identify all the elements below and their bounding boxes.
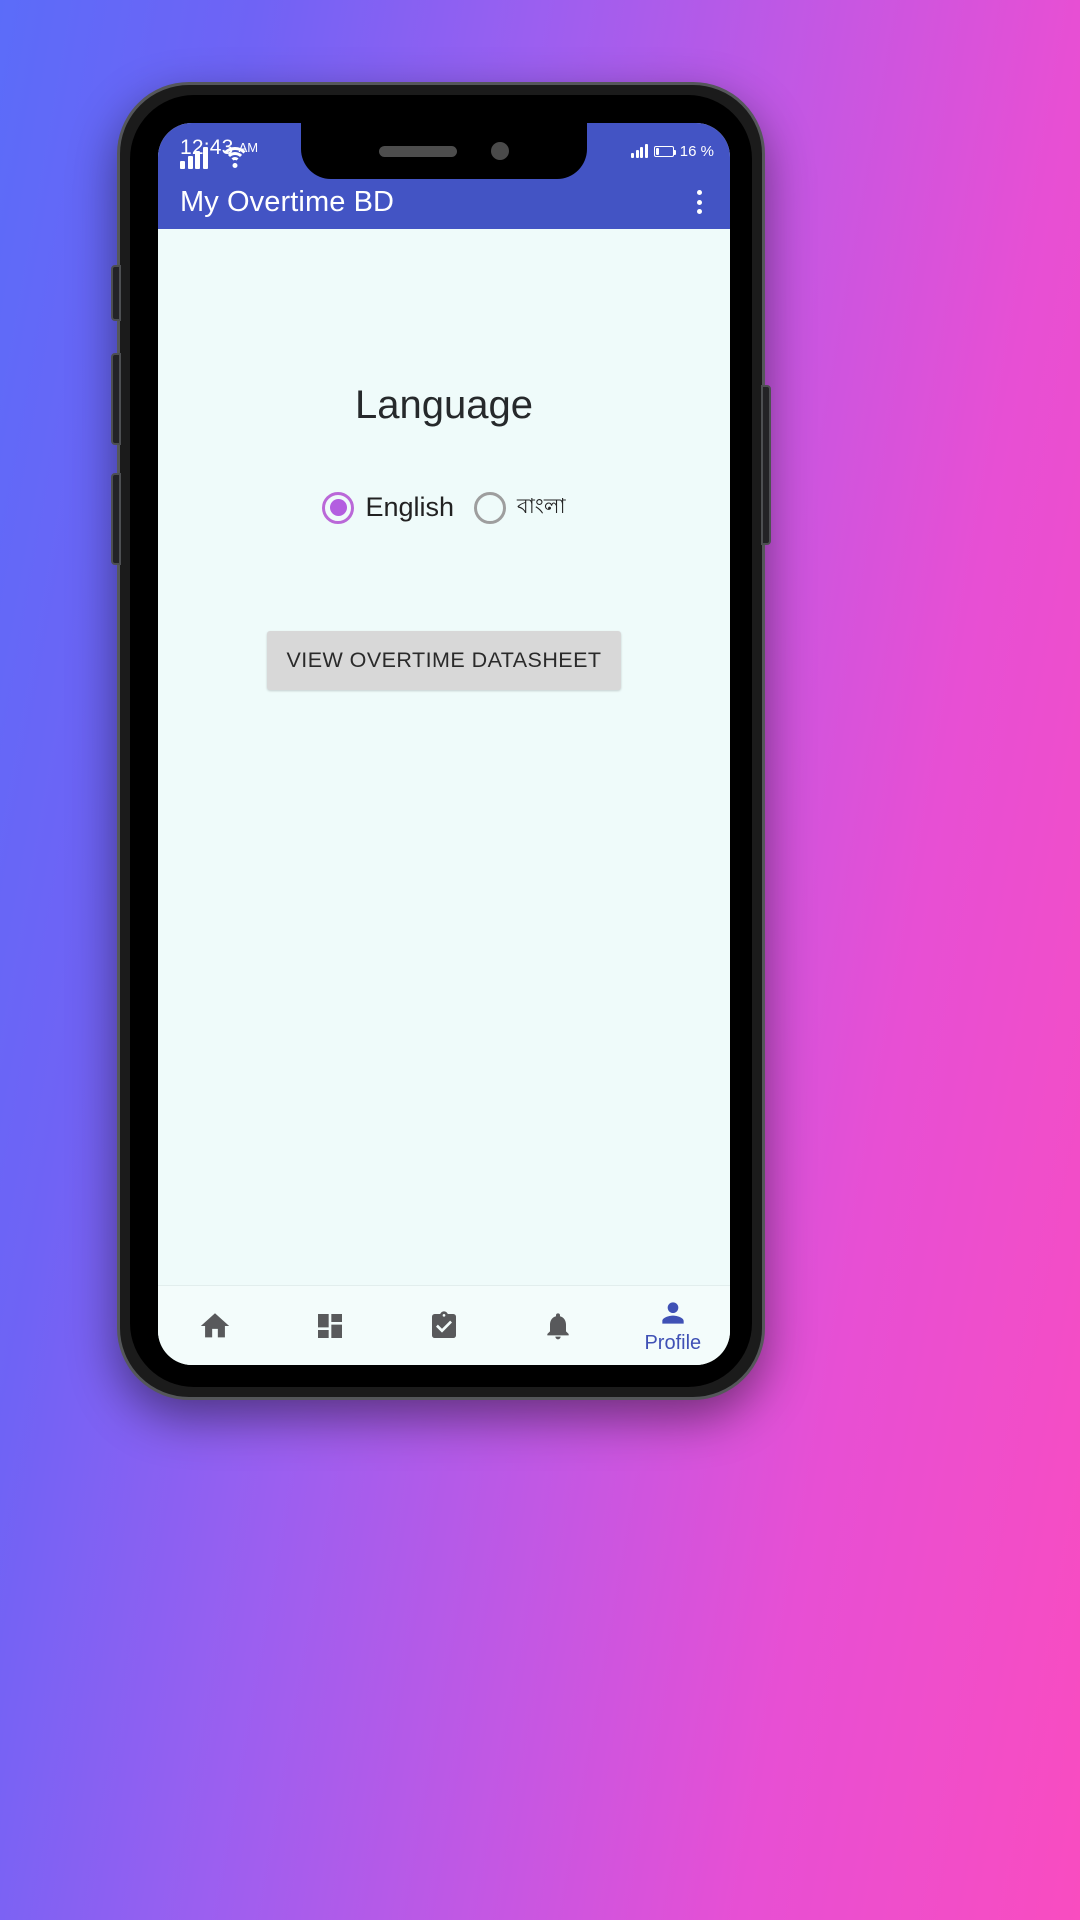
nav-item-dashboard[interactable] (272, 1286, 386, 1365)
radio-bangla-icon[interactable] (474, 491, 506, 524)
front-camera (491, 142, 509, 160)
nav-item-profile-label: Profile (644, 1331, 702, 1354)
phone-notch (301, 123, 587, 179)
signal-bars-icon (180, 147, 208, 169)
status-icons-row (180, 147, 250, 169)
nav-item-profile[interactable]: Profile (616, 1286, 730, 1365)
dashboard-icon (317, 1313, 342, 1338)
radio-option-bangla[interactable]: বাংলা (474, 490, 566, 525)
bell-notification-icon (547, 1312, 570, 1339)
language-heading: Language (355, 383, 533, 427)
page-title: My Overtime BD (180, 185, 395, 218)
profile-person-icon (662, 1301, 684, 1324)
wifi-icon (219, 147, 250, 169)
phone-mockup: 12:43 AM 16 % (111, 82, 771, 1400)
phone-side-button-power[interactable] (761, 385, 771, 545)
home-icon (201, 1312, 230, 1337)
battery-percent-label: 16 % (679, 142, 714, 160)
radio-english-icon[interactable] (322, 491, 355, 524)
phone-screen: 12:43 AM 16 % (158, 123, 730, 1365)
nav-item-tasks[interactable] (387, 1286, 501, 1365)
app-bar-row: My Overtime BD (158, 175, 730, 229)
language-radio-group: English বাংলা (158, 490, 730, 525)
earpiece-speaker (379, 145, 457, 157)
nav-item-home[interactable] (158, 1286, 272, 1365)
nav-item-notifications[interactable] (501, 1286, 615, 1365)
overflow-menu-icon[interactable] (684, 185, 714, 219)
main-content: Language English বাংলা VIEW OVERTIME DAT… (158, 229, 730, 1285)
bottom-navigation-bar: Profile (158, 1285, 730, 1365)
status-bar-right: 16 % (631, 143, 714, 160)
task-checklist-icon (432, 1310, 457, 1338)
battery-icon (653, 145, 677, 157)
phone-side-button-volume-down[interactable] (111, 473, 121, 565)
view-overtime-datasheet-button[interactable]: VIEW OVERTIME DATASHEET (266, 631, 622, 690)
phone-side-button-mute[interactable] (111, 265, 121, 321)
radio-option-english[interactable]: English (322, 491, 454, 524)
radio-english-label: English (365, 492, 454, 522)
phone-side-button-volume-up[interactable] (111, 353, 121, 445)
radio-bangla-label: বাংলা (517, 495, 566, 518)
signal-bars-small-icon (631, 144, 648, 158)
